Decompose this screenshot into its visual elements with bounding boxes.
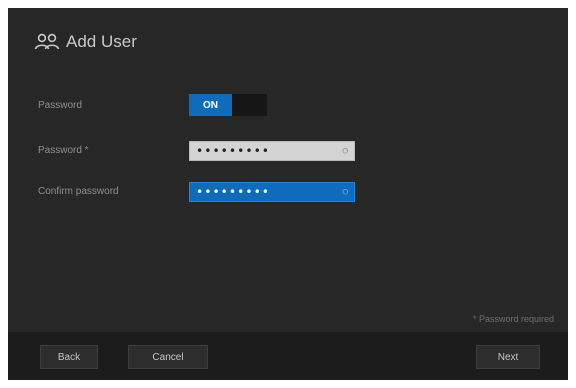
toggle-off-segment[interactable] (232, 94, 267, 116)
confirm-password-label: Confirm password (38, 186, 119, 197)
cancel-button[interactable]: Cancel (128, 345, 208, 369)
password-value: ••••••••• (196, 144, 271, 158)
dialog-title: Add User (34, 32, 137, 52)
field-indicator-icon: ○ (342, 146, 348, 156)
password-field[interactable]: ••••••••• ○ (189, 141, 355, 161)
back-button[interactable]: Back (40, 345, 98, 369)
field-indicator-icon: ○ (342, 187, 348, 197)
confirm-password-field[interactable]: ••••••••• ○ (189, 182, 355, 202)
required-note: * Password required (472, 314, 554, 324)
add-user-dialog: Add User Password ON Password * ••••••••… (8, 8, 568, 380)
confirm-password-value: ••••••••• (196, 185, 271, 199)
password-label: Password * (38, 145, 89, 156)
toggle-on-segment[interactable]: ON (189, 94, 232, 116)
password-toggle[interactable]: ON (189, 94, 267, 116)
dialog-title-text: Add User (66, 32, 137, 51)
next-button[interactable]: Next (476, 345, 540, 369)
users-icon (34, 33, 60, 50)
dialog-footer: Back Cancel Next (8, 332, 568, 380)
password-toggle-label: Password (38, 100, 82, 111)
